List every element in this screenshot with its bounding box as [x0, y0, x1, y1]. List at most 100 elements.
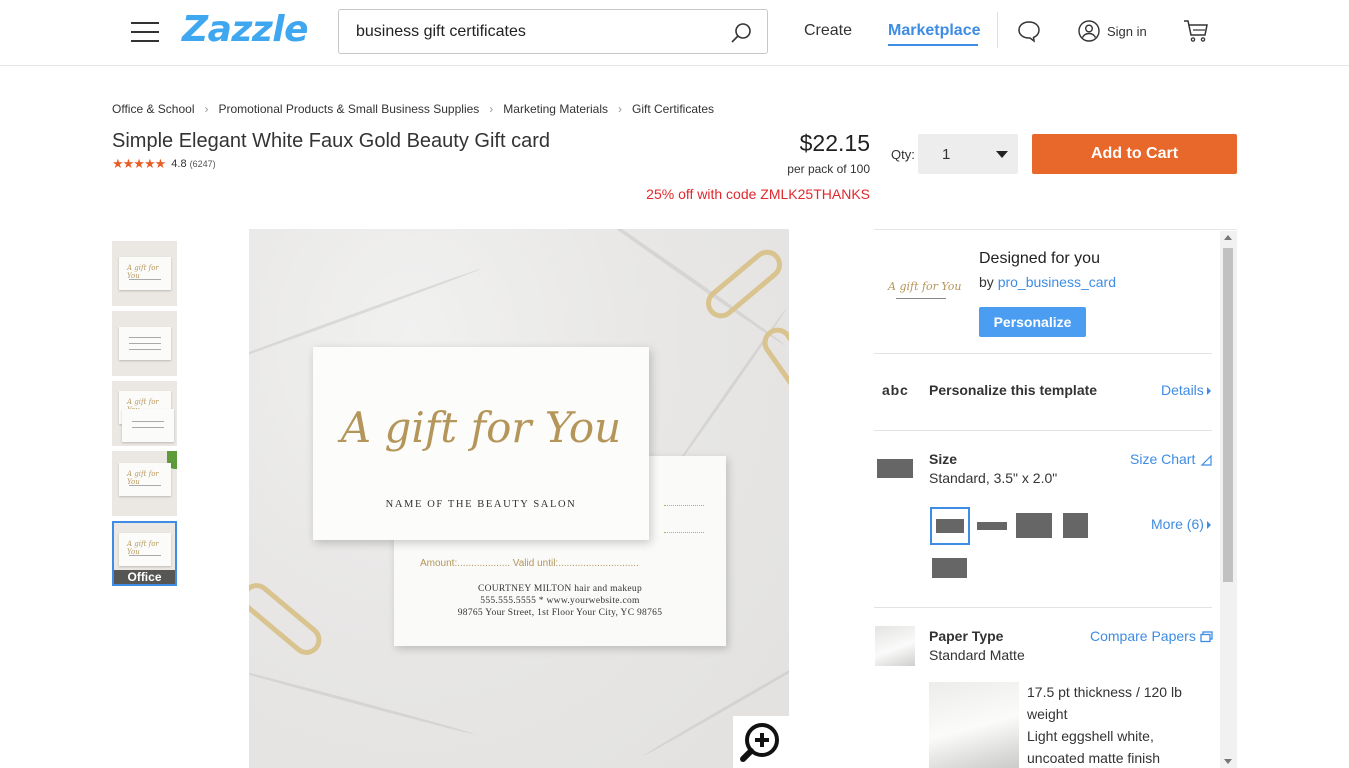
details-label: Details: [1161, 382, 1204, 398]
size-value: Standard, 3.5" x 2.0": [929, 470, 1058, 486]
text-template-icon: abc: [882, 382, 909, 398]
thumbnail-card: [122, 409, 174, 442]
thumbnail[interactable]: [112, 311, 177, 376]
paper-swatch: [875, 626, 915, 666]
breadcrumb-item[interactable]: Office & School: [112, 102, 195, 116]
size-option-selected[interactable]: [930, 507, 970, 545]
details-link[interactable]: Details: [1161, 382, 1211, 398]
compare-papers-link[interactable]: Compare Papers: [1090, 628, 1213, 644]
search-box: [338, 9, 768, 54]
panel-scrollbar[interactable]: [1220, 231, 1237, 768]
sign-in-link[interactable]: Sign in: [1107, 24, 1147, 39]
salon-name: NAME OF THE BEAUTY SALON: [385, 499, 577, 510]
contact-name: COURTNEY MILTON hair and makeup: [477, 584, 643, 594]
chevron-right-icon: ›: [618, 102, 622, 116]
size-title: Size: [929, 451, 958, 467]
thumbnail-card: [119, 327, 171, 360]
chevron-down-icon: [996, 151, 1008, 158]
paper-clip: [756, 321, 789, 397]
review-count: (6247): [189, 159, 216, 169]
design-thumbnail[interactable]: A gift for You: [874, 248, 966, 340]
quantity-select[interactable]: 1: [918, 134, 1018, 174]
rating-score: 4.8: [171, 158, 187, 170]
thumbnail[interactable]: A gift for You: [112, 451, 177, 516]
ruler-icon: [1200, 454, 1212, 466]
thumbnail-card: A gift for You: [119, 257, 171, 290]
thumbnail[interactable]: A gift for You: [112, 381, 177, 446]
size-option[interactable]: [977, 522, 1007, 530]
designed-by-prefix: by: [979, 274, 998, 290]
scroll-down-icon[interactable]: [1224, 759, 1232, 764]
cart-icon[interactable]: [1183, 19, 1209, 43]
divider: [874, 607, 1212, 608]
chat-icon[interactable]: [1017, 19, 1041, 43]
more-label: More (6): [1151, 516, 1204, 532]
designed-by: by pro_business_card: [979, 274, 1116, 290]
size-option[interactable]: [1063, 513, 1088, 538]
caret-right-icon: [1206, 387, 1211, 396]
promo-text: 25% off with code ZMLK25THANKS: [646, 186, 870, 202]
external-window-icon: [1200, 631, 1213, 643]
zazzle-logo[interactable]: Zazzle: [182, 9, 309, 50]
paper-clip: [699, 243, 789, 325]
nav-marketplace[interactable]: Marketplace: [888, 22, 981, 40]
scrollbar-thumb[interactable]: [1223, 248, 1233, 582]
designed-title: Designed for you: [979, 250, 1100, 267]
breadcrumb-item[interactable]: Gift Certificates: [632, 102, 714, 116]
paper-clip: [249, 576, 328, 662]
nav-create[interactable]: Create: [804, 22, 852, 40]
price-unit: per pack of 100: [787, 162, 870, 176]
breadcrumb-item[interactable]: Promotional Products & Small Business Su…: [219, 102, 480, 116]
paper-thickness: 17.5 pt thickness / 120 lb weight: [1027, 684, 1182, 722]
personalize-template-label: Personalize this template: [929, 382, 1098, 398]
paper-type-title: Paper Type: [929, 628, 1004, 644]
size-chart-label: Size Chart: [1130, 451, 1196, 467]
site-header: Zazzle Create Marketplace Sign in: [0, 0, 1349, 66]
product-preview-image[interactable]: Amount:................... Valid until:.…: [249, 229, 789, 768]
search-input[interactable]: [356, 21, 716, 43]
contact-phone: 555.555.5555 * www.yourwebsite.com: [480, 596, 640, 606]
caret-right-icon: [1206, 521, 1211, 530]
nav-active-indicator: [888, 44, 978, 46]
add-to-cart-button[interactable]: Add to Cart: [1032, 134, 1237, 174]
gift-card-front: A gift for You NAME OF THE BEAUTY SALON: [313, 347, 649, 540]
personalize-button[interactable]: Personalize: [979, 307, 1086, 337]
quantity-value: 1: [942, 146, 951, 163]
product-title: Simple Elegant White Faux Gold Beauty Gi…: [112, 130, 550, 152]
menu-icon[interactable]: [131, 22, 159, 42]
scroll-up-icon[interactable]: [1224, 235, 1232, 240]
breadcrumb-item[interactable]: Marketing Materials: [503, 102, 608, 116]
size-chart-link[interactable]: Size Chart: [1130, 451, 1212, 467]
designer-link[interactable]: pro_business_card: [998, 274, 1116, 290]
size-option[interactable]: [932, 558, 967, 578]
product-price: $22.15: [799, 130, 870, 156]
star-rating-icon: ★★★★★: [112, 156, 166, 171]
breadcrumb: Office & School › Promotional Products &…: [112, 102, 714, 116]
size-option[interactable]: [1016, 513, 1052, 538]
amount-line: Amount:................... Valid until:.…: [420, 558, 639, 569]
size-swatch-icon: [877, 459, 913, 478]
paper-type-value: Standard Matte: [929, 647, 1025, 663]
qty-label: Qty:: [891, 147, 915, 162]
options-panel: A gift for You Designed for you by pro_b…: [874, 229, 1237, 768]
paper-texture-image: [929, 682, 1019, 768]
user-icon[interactable]: [1078, 20, 1100, 42]
header-divider: [997, 12, 998, 48]
divider: [874, 430, 1212, 431]
product-rating[interactable]: ★★★★★ 4.8 (6247): [112, 156, 216, 172]
paper-finish: Light eggshell white, uncoated matte fin…: [1027, 728, 1161, 766]
zoom-in-icon[interactable]: [733, 716, 789, 768]
thumbnail-card: A gift for You: [119, 533, 171, 566]
thumbnail[interactable]: A gift for You: [112, 241, 177, 306]
search-icon[interactable]: [729, 21, 753, 45]
contact-address: 98765 Your Street, 1st Floor Your City, …: [457, 608, 663, 618]
thumbnail-label: Office: [114, 570, 175, 584]
thumbnail-selected[interactable]: A gift for You Office: [112, 521, 177, 586]
more-sizes-link[interactable]: More (6): [1151, 516, 1211, 532]
gift-script-text: A gift for You: [340, 403, 622, 452]
compare-papers-label: Compare Papers: [1090, 628, 1196, 644]
paper-description: 17.5 pt thickness / 120 lb weight Light …: [1027, 681, 1197, 768]
chevron-right-icon: ›: [489, 102, 494, 116]
divider: [874, 353, 1212, 354]
chevron-right-icon: ›: [204, 102, 209, 116]
